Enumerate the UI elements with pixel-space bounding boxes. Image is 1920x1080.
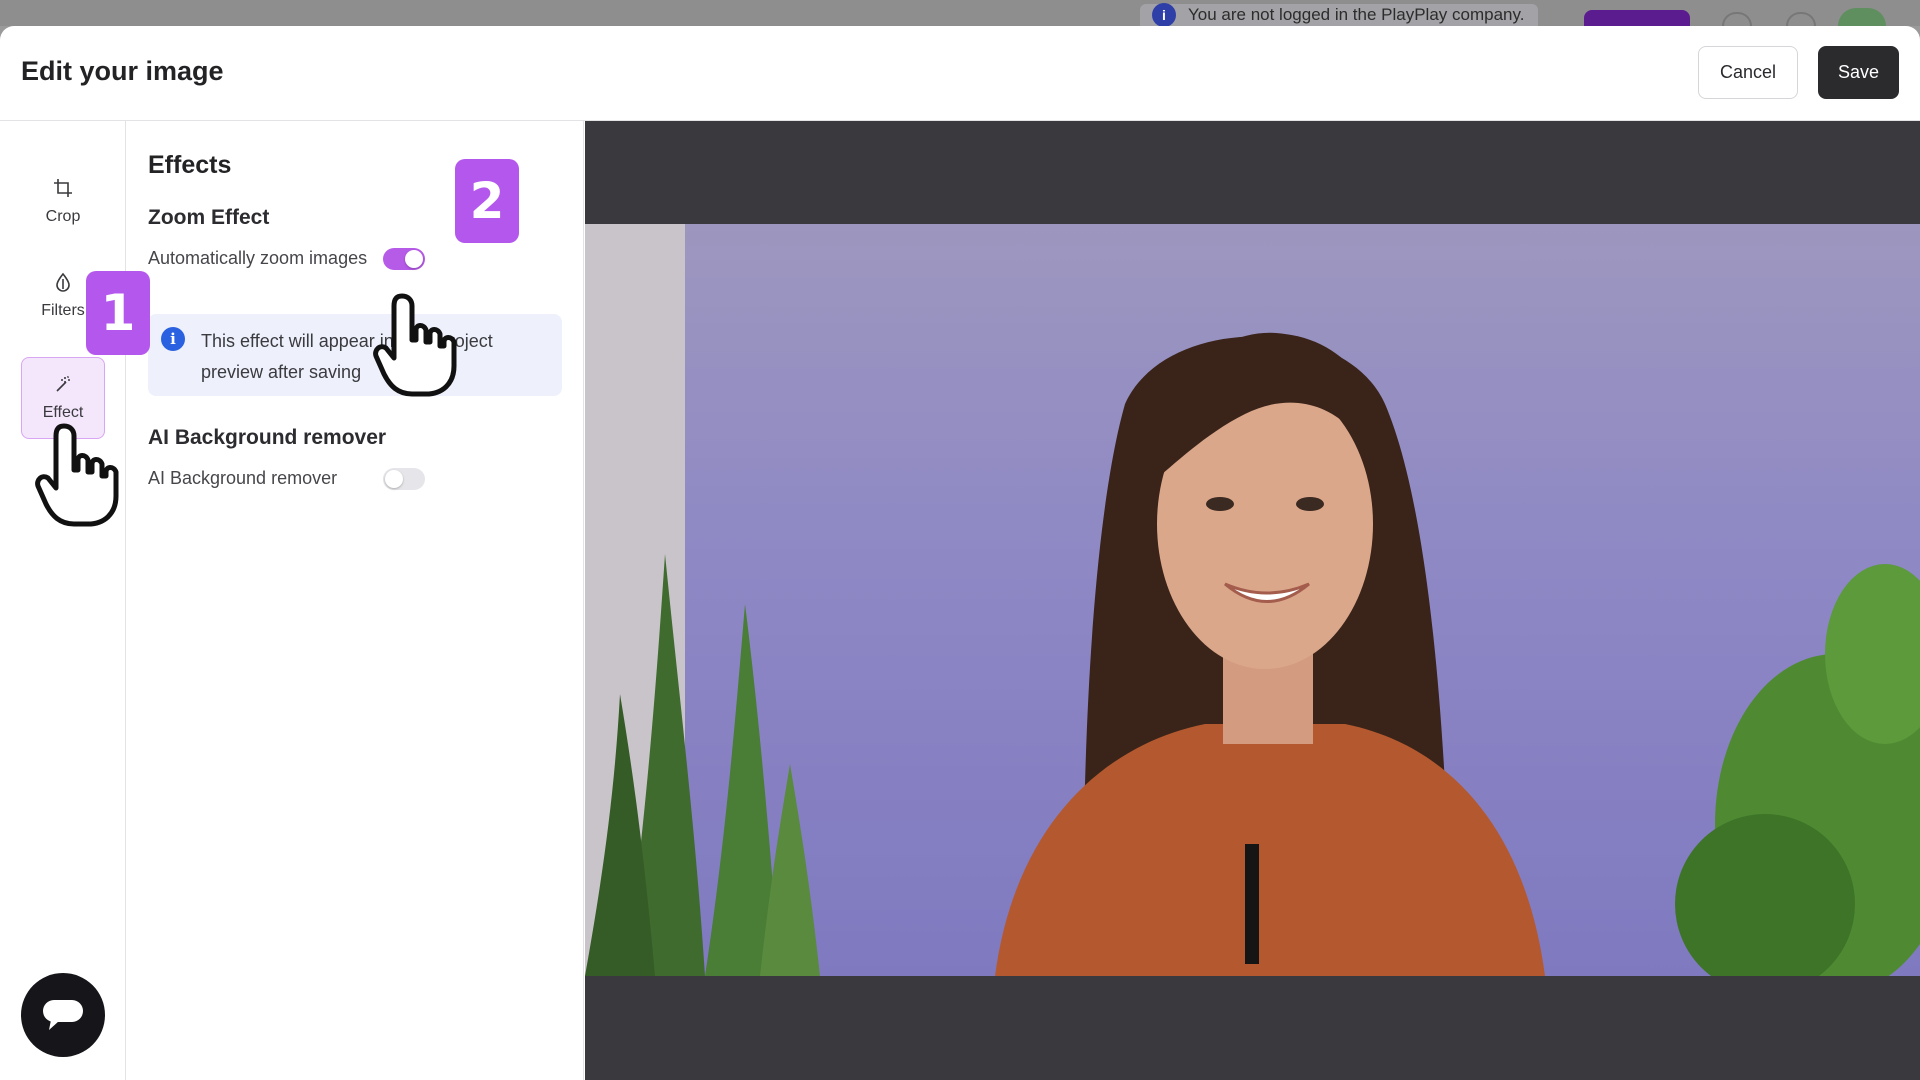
step-badge-2: 2 xyxy=(455,159,519,243)
bg-remover-toggle[interactable] xyxy=(383,468,425,490)
chat-support-button[interactable] xyxy=(21,973,105,1057)
avatar xyxy=(1838,8,1886,26)
bg-remover-label: AI Background remover xyxy=(148,468,338,488)
auto-zoom-toggle[interactable] xyxy=(383,248,425,270)
drop-icon xyxy=(56,272,70,292)
info-icon: i xyxy=(1152,3,1176,27)
edit-image-modal: Edit your image Cancel Save Crop Filters… xyxy=(0,26,1920,1080)
pointer-hand-icon xyxy=(373,293,457,397)
magic-wand-icon xyxy=(56,375,70,392)
bg-remover-title: AI Background remover xyxy=(148,426,387,449)
notification-icon xyxy=(1786,12,1816,26)
tool-rail: Crop Filters Effect xyxy=(0,121,126,1080)
crop-icon xyxy=(54,179,72,197)
auto-zoom-label: Automatically zoom images xyxy=(148,248,368,268)
chat-icon xyxy=(43,1000,83,1030)
modal-title: Edit your image xyxy=(21,56,224,86)
background-primary-button xyxy=(1584,10,1690,26)
save-button[interactable]: Save xyxy=(1818,46,1899,99)
zoom-effect-title: Zoom Effect xyxy=(148,206,270,229)
login-notice-text: You are not logged in the PlayPlay compa… xyxy=(1188,5,1525,24)
login-notice: i You are not logged in the PlayPlay com… xyxy=(1140,3,1539,27)
tool-crop[interactable]: Crop xyxy=(21,161,105,243)
step-badge-1: 1 xyxy=(86,271,150,355)
info-icon: i xyxy=(161,327,185,351)
tool-label: Filters xyxy=(41,302,85,319)
background-app-bar: i You are not logged in the PlayPlay com… xyxy=(0,0,1920,27)
info-message: i This effect will appear in your projec… xyxy=(148,314,562,396)
image-preview xyxy=(585,121,1920,1080)
toggle-knob xyxy=(385,470,403,488)
preview-photo xyxy=(585,224,1920,976)
cancel-button[interactable]: Cancel xyxy=(1698,46,1798,99)
modal-header: Edit your image Cancel Save xyxy=(0,26,1920,121)
effects-panel: Effects Zoom Effect Automatically zoom i… xyxy=(127,121,584,1080)
toggle-knob xyxy=(405,250,423,268)
pointer-hand-icon xyxy=(35,423,119,527)
person-photo-illustration xyxy=(585,224,1920,976)
info-message-text: This effect will appear in your project … xyxy=(201,331,493,382)
tool-label: Crop xyxy=(45,208,81,225)
panel-title: Effects xyxy=(148,151,232,179)
help-icon xyxy=(1722,12,1752,26)
